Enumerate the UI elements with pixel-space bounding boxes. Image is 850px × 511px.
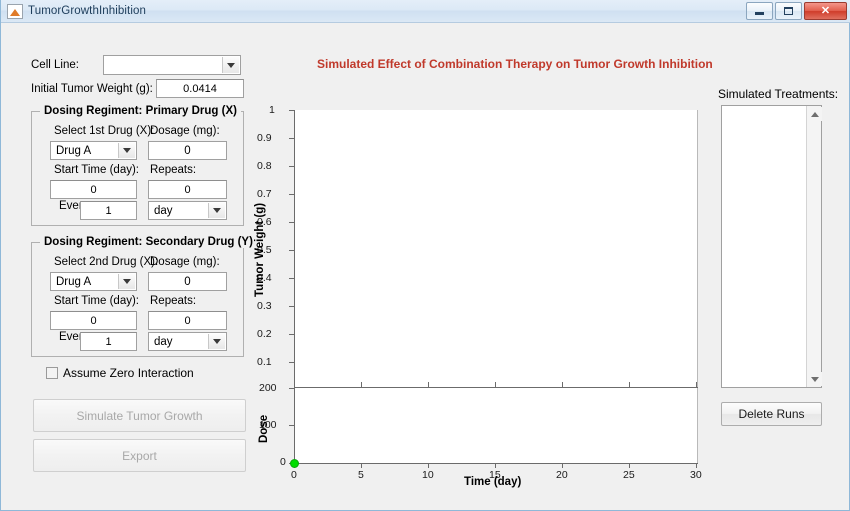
tick [289, 278, 295, 279]
tumor-weight-tick-label: 0.9 [257, 132, 272, 144]
tumor-weight-tick-label: 0.1 [257, 356, 272, 368]
dose-x-axis [294, 463, 698, 464]
tick [294, 382, 295, 387]
tick [289, 306, 295, 307]
dose-right-spine [697, 388, 698, 463]
time-tick-label: 10 [422, 469, 434, 481]
tick [428, 382, 429, 387]
dose-tick-label: 200 [259, 382, 277, 394]
tick [696, 382, 697, 387]
dose-tick-label: 0 [280, 456, 286, 468]
tumor-weight-tick-label: 0.8 [257, 160, 272, 172]
tick [289, 194, 295, 195]
tick [289, 138, 295, 139]
tick [289, 388, 295, 389]
tick [562, 382, 563, 387]
tick [289, 425, 295, 426]
time-axis-label: Time (day) [464, 476, 522, 488]
tick [289, 250, 295, 251]
tumor-weight-y-axis [294, 110, 295, 387]
tick [289, 110, 295, 111]
tick [696, 463, 697, 468]
dose-axis-label: Dose [258, 414, 270, 443]
application-window: TumorGrowthInhibition ✕ Cell Line: Initi… [0, 0, 850, 511]
time-tick-label: 30 [690, 469, 702, 481]
tumor-weight-plot-canvas [295, 110, 698, 387]
tick [289, 166, 295, 167]
tick [289, 334, 295, 335]
tick [495, 463, 496, 468]
dose-plot-canvas [295, 388, 698, 463]
tumor-weight-tick-label: 0.2 [257, 328, 272, 340]
tick [629, 382, 630, 387]
tick [428, 463, 429, 468]
tick [495, 382, 496, 387]
chart-title: Simulated Effect of Combination Therapy … [317, 57, 713, 71]
tick [289, 362, 295, 363]
simulation-plot: Simulated Effect of Combination Therapy … [1, 0, 850, 511]
tumor-weight-axis-label: Tumor Weight (g) [254, 202, 266, 297]
dose-origin-marker [290, 459, 299, 468]
tumor-weight-tick-label: 0.3 [257, 300, 272, 312]
time-tick-label: 0 [291, 469, 297, 481]
tick [562, 463, 563, 468]
tick [361, 382, 362, 387]
tick [629, 463, 630, 468]
time-tick-label: 20 [556, 469, 568, 481]
tick [361, 463, 362, 468]
time-tick-label: 25 [623, 469, 635, 481]
tumor-weight-tick-label: 1 [269, 104, 275, 116]
time-tick-label: 5 [358, 469, 364, 481]
tumor-weight-right-spine [697, 110, 698, 387]
tick [289, 222, 295, 223]
tumor-weight-tick-label: 0.7 [257, 188, 272, 200]
